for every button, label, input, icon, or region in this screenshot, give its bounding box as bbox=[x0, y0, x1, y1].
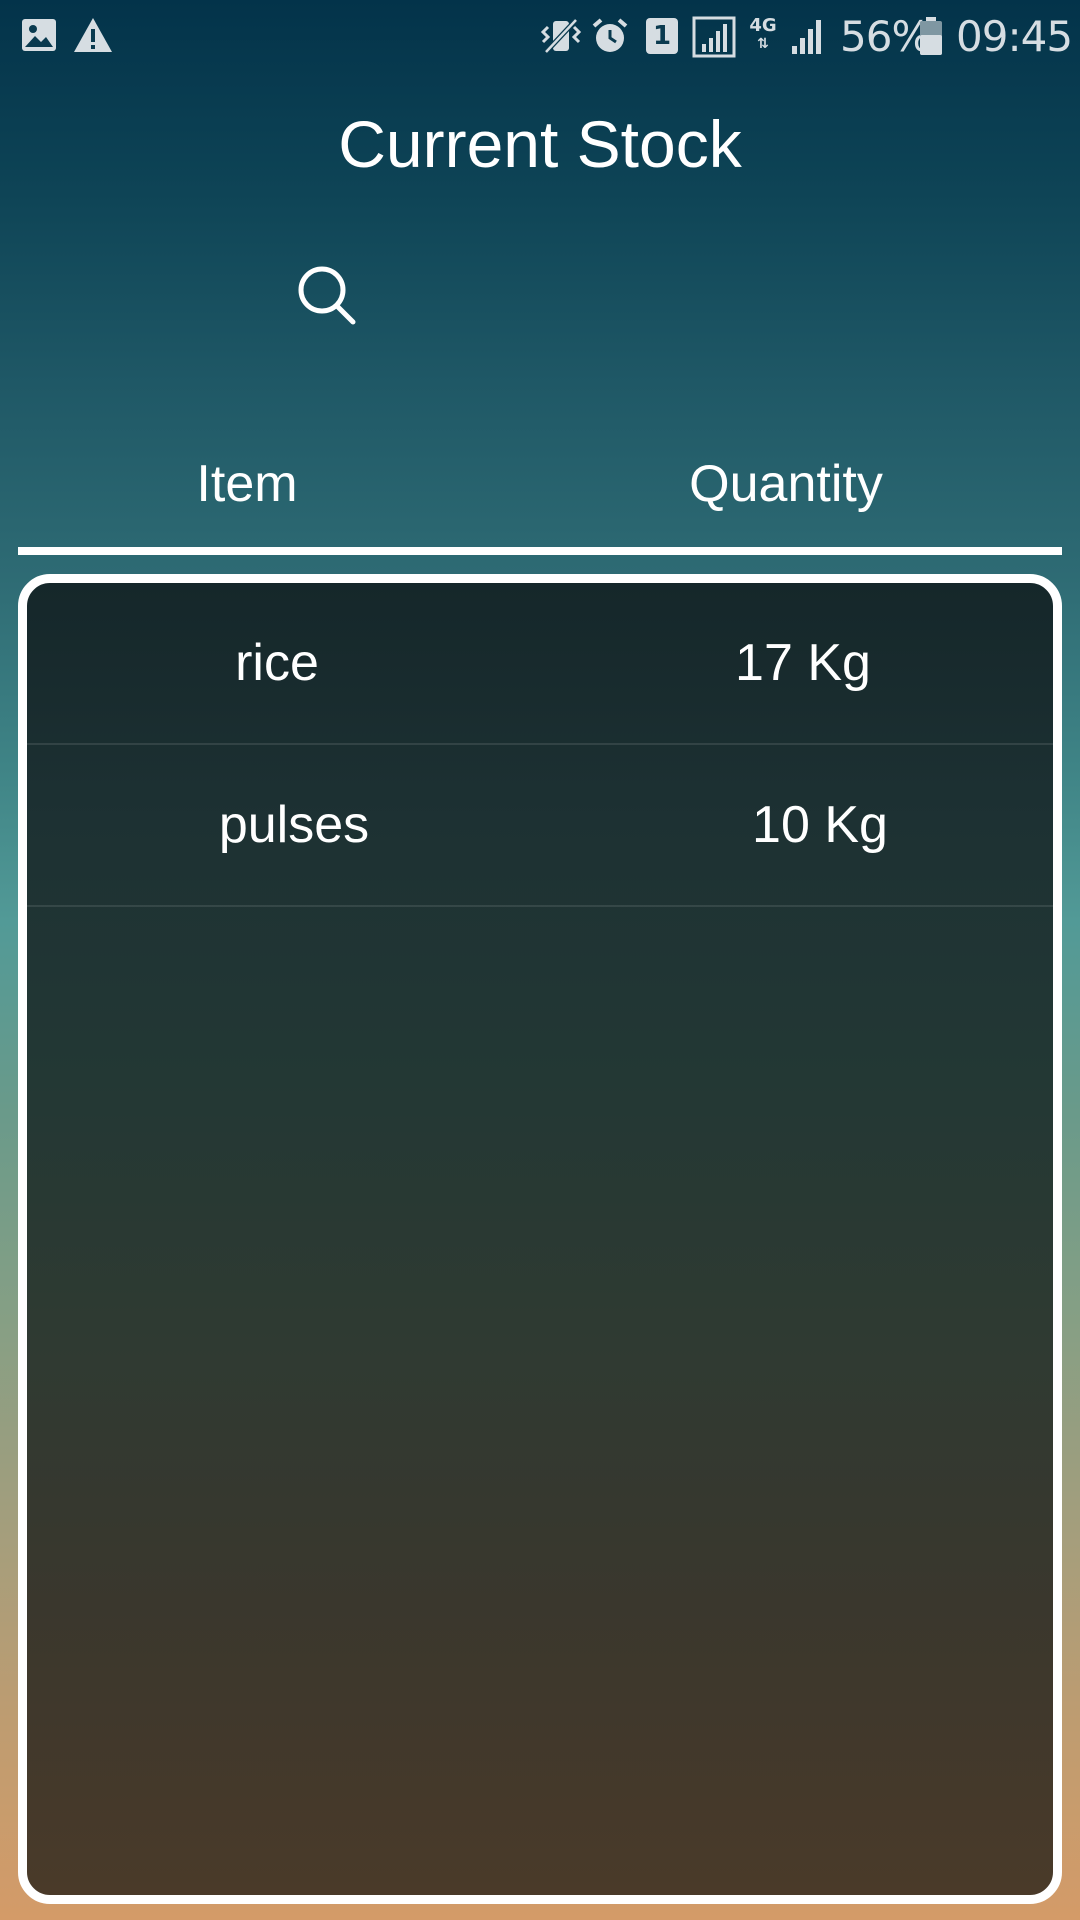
warning-icon bbox=[74, 18, 112, 52]
vibrate-icon bbox=[540, 18, 582, 54]
page-title: Current Stock bbox=[338, 107, 742, 181]
item-quantity: 17 Kg bbox=[735, 634, 871, 692]
header-divider bbox=[18, 547, 1062, 555]
list-item[interactable]: rice 17 Kg bbox=[27, 583, 1053, 745]
search-icon bbox=[298, 266, 356, 325]
search-button[interactable] bbox=[286, 256, 366, 336]
network-label: 4G bbox=[749, 15, 777, 36]
4g-icon: 4G ⇅ bbox=[748, 16, 778, 56]
item-name: rice bbox=[235, 634, 319, 692]
list-item[interactable]: pulses 10 Kg bbox=[27, 745, 1053, 907]
item-quantity: 10 Kg bbox=[752, 796, 888, 854]
status-bar: 1 4G ⇅ 56% 09:45 bbox=[0, 0, 1080, 74]
item-name: pulses bbox=[218, 796, 370, 854]
stock-list[interactable]: rice 17 Kg pulses 10 Kg bbox=[18, 574, 1062, 1904]
alarm-icon bbox=[592, 18, 628, 52]
battery-percent: 56% bbox=[840, 12, 931, 61]
image-icon bbox=[22, 19, 56, 51]
signal-icon bbox=[692, 16, 736, 58]
sim-1-icon: 1 bbox=[646, 18, 678, 54]
signal-bars-icon bbox=[792, 20, 821, 54]
column-header-quantity: Quantity bbox=[689, 455, 883, 513]
data-arrows-icon: ⇅ bbox=[757, 36, 769, 52]
column-header-item: Item bbox=[196, 455, 298, 513]
battery-icon bbox=[920, 17, 942, 55]
sim-number: 1 bbox=[652, 21, 672, 51]
clock: 09:45 bbox=[956, 12, 1073, 61]
